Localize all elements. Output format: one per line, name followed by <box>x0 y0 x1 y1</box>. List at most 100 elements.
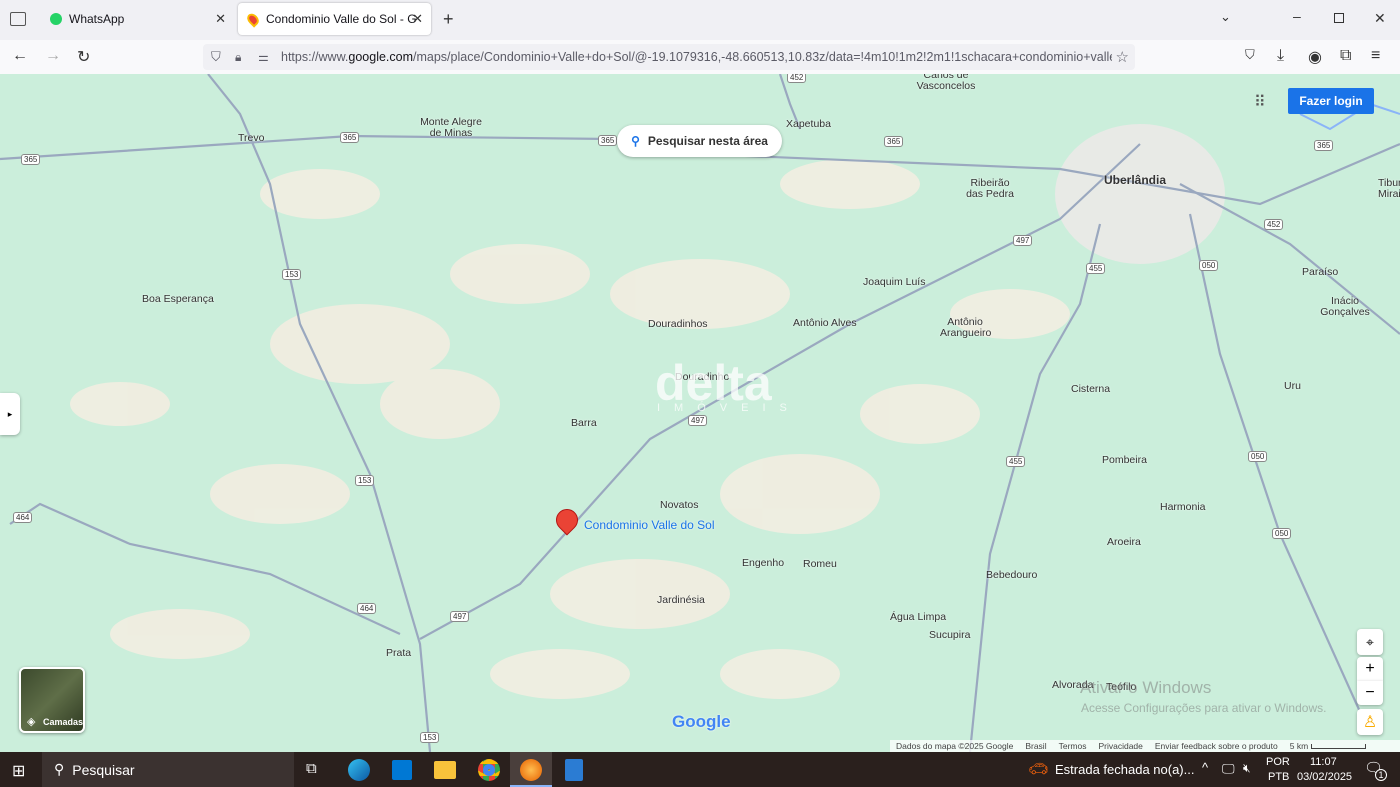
tab-label: WhatsApp <box>69 12 125 26</box>
url-bar[interactable]: ⛉ 🔒︎ ⚌ https://www. google.com/maps/place… <box>203 44 1135 70</box>
place-label: Inácio Gonçalves <box>1320 295 1370 318</box>
windows-start-icon[interactable]: ⊞ <box>12 761 25 781</box>
close-window-icon[interactable]: ✕ <box>1374 10 1386 27</box>
activation-subtitle: Acesse Configurações para ativar o Windo… <box>1081 701 1327 715</box>
task-view-icon[interactable]: ⧉ <box>306 760 317 777</box>
search-icon: ⚲ <box>631 134 640 148</box>
sign-in-button[interactable]: Fazer login <box>1288 88 1374 114</box>
reload-icon[interactable]: ↻ <box>77 47 90 67</box>
place-label: Ribeirão das Pedra <box>966 177 1014 200</box>
minimize-icon[interactable]: – <box>1293 8 1301 24</box>
volume-muted-icon[interactable]: 🔇︎ <box>1243 761 1251 776</box>
road-shield: 452 <box>1264 219 1284 230</box>
tab-whatsapp[interactable]: WhatsApp ✕ <box>40 3 234 35</box>
tab-bar: WhatsApp ✕ Condominio Valle do Sol - Goo… <box>0 0 1400 40</box>
whatsapp-icon <box>50 13 62 25</box>
place-label: Xapetuba <box>786 118 831 130</box>
road-shield: 365 <box>1314 140 1334 151</box>
language-indicator[interactable]: POR <box>1266 756 1290 768</box>
place-label: Jardinésia <box>657 594 705 606</box>
my-location-button[interactable]: ⌖ <box>1357 629 1383 655</box>
firefox-icon[interactable] <box>510 752 552 787</box>
back-icon[interactable]: ← <box>12 47 28 65</box>
place-label: Novatos <box>660 499 699 511</box>
url-domain: google.com <box>348 50 414 64</box>
road-shield: 365 <box>598 135 618 146</box>
keyboard-layout[interactable]: PTB <box>1268 771 1289 783</box>
edge-icon[interactable] <box>348 759 370 781</box>
zoom-in-button[interactable]: + <box>1357 657 1383 681</box>
road-shield: 497 <box>450 611 470 622</box>
expand-sidebar-button[interactable]: ▸ <box>0 393 20 435</box>
road-shield: 050 <box>1199 260 1219 271</box>
close-tab-icon[interactable]: ✕ <box>412 11 423 27</box>
google-maps-icon <box>244 10 262 28</box>
word-icon[interactable] <box>565 759 583 781</box>
road-shield: 464 <box>13 512 33 523</box>
show-hidden-icons[interactable]: ^ <box>1202 760 1208 775</box>
search-this-area-button[interactable]: ⚲ Pesquisar nesta área <box>617 125 782 157</box>
apps-grid-icon[interactable]: ⠿ <box>1254 92 1266 112</box>
place-label: Uru <box>1284 380 1301 392</box>
clock-date[interactable]: 03/02/2025 <box>1297 771 1352 783</box>
scale-bar[interactable]: 5 km <box>1290 741 1366 751</box>
place-label: Barra <box>571 417 597 429</box>
notification-badge: 1 <box>1375 769 1387 781</box>
zoom-out-button[interactable]: − <box>1357 681 1383 705</box>
place-label: Sucupira <box>929 629 971 641</box>
forward-icon[interactable]: → <box>45 47 61 65</box>
road-shield: 452 <box>787 74 807 83</box>
pin-label[interactable]: Condominio Valle do Sol <box>584 518 715 532</box>
tab-maps[interactable]: Condominio Valle do Sol - Goog ✕ <box>238 3 431 35</box>
country-link[interactable]: Brasil <box>1025 741 1046 751</box>
privacy-link[interactable]: Privacidade <box>1098 741 1142 751</box>
place-label: Água Limpa <box>890 611 947 623</box>
road-shield: 455 <box>1006 456 1026 467</box>
pocket-icon[interactable]: ⛉ <box>1245 47 1255 63</box>
road-shield: 153 <box>420 732 440 743</box>
place-label: Douradinhos <box>648 318 708 330</box>
tab-list-icon[interactable] <box>10 12 26 26</box>
download-icon[interactable]: ⤓ <box>1277 47 1284 65</box>
terms-link[interactable]: Termos <box>1059 741 1087 751</box>
shield-icon: ⛉ <box>211 49 221 64</box>
search-icon: ⚲ <box>54 761 65 777</box>
place-label: Harmonia <box>1160 501 1206 513</box>
place-label: Canos de Vasconcelos <box>916 74 976 92</box>
chrome-icon[interactable] <box>478 759 500 781</box>
place-label: Trevo <box>238 132 265 144</box>
close-tab-icon[interactable]: ✕ <box>215 11 226 27</box>
place-label: Bebedouro <box>986 569 1038 581</box>
url-prefix: https://www. <box>281 50 349 64</box>
place-label: Aroeira <box>1107 536 1141 548</box>
bookmark-star-icon[interactable]: ☆ <box>1111 48 1129 66</box>
road-shield: 153 <box>282 269 302 280</box>
account-icon[interactable]: ◉ <box>1308 47 1322 67</box>
menu-icon[interactable]: ≡ <box>1371 47 1380 65</box>
layers-button[interactable]: ◈ Camadas <box>19 667 85 733</box>
tab-overflow-icon[interactable]: ⌄ <box>1220 9 1231 25</box>
map-footer: Dados do mapa ©2025 Google Brasil Termos… <box>890 740 1400 752</box>
map-canvas[interactable]: Monte Alegre de Minas Trevo Xapetuba Can… <box>0 74 1400 752</box>
clock-time[interactable]: 11:07 <box>1310 756 1337 768</box>
place-label: Cisterna <box>1071 383 1111 395</box>
notification-text[interactable]: Estrada fechada no(a)... <box>1055 762 1194 777</box>
feedback-link[interactable]: Enviar feedback sobre o produto <box>1155 741 1278 751</box>
street-view-pegman-icon[interactable]: ♙ <box>1357 709 1383 735</box>
map-data-credit: Dados do mapa ©2025 Google <box>896 741 1014 751</box>
taskbar-search[interactable]: ⚲ Pesquisar <box>42 752 294 787</box>
network-icon[interactable]: 🖵︎ <box>1222 761 1235 777</box>
file-explorer-icon[interactable] <box>434 761 456 779</box>
layers-icon: ◈ <box>27 716 36 728</box>
place-label: Antônio Arangueiro <box>940 316 992 339</box>
store-icon[interactable] <box>392 760 412 780</box>
restore-icon[interactable] <box>1334 13 1344 23</box>
road-shield: 365 <box>884 136 904 147</box>
place-label: Uberlândia <box>1104 173 1167 187</box>
tab-label: Condominio Valle do Sol - Goog <box>266 12 416 26</box>
taskbar: ⊞ ⚲ Pesquisar ⧉ 🚗︎ Estrada fechada no(a).… <box>0 752 1400 787</box>
extensions-icon[interactable]: ⧉ <box>1340 47 1351 65</box>
watermark-logo: delta IMÓVEIS <box>655 355 801 414</box>
google-logo: Google <box>672 712 731 731</box>
new-tab-icon[interactable]: + <box>443 9 454 30</box>
